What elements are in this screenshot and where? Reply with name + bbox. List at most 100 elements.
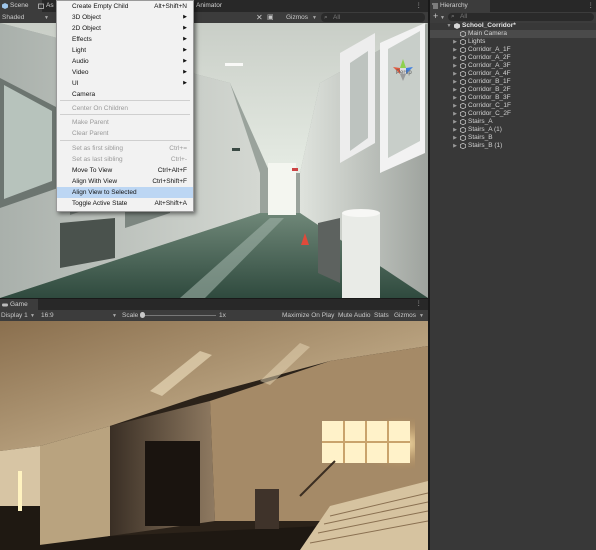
scale-slider-thumb[interactable] — [140, 312, 145, 318]
display-dropdown[interactable]: Display 1 — [1, 310, 28, 321]
menu-item-audio[interactable]: Audio ▶ — [57, 56, 193, 67]
gameobject-cube-icon — [460, 127, 466, 133]
menu-item-label: UI — [72, 80, 79, 87]
hierarchy-search-field[interactable]: ⌕ All — [448, 13, 594, 21]
menu-item-video[interactable]: Video ▶ — [57, 67, 193, 78]
aspect-dropdown[interactable]: 16:9 — [41, 310, 54, 321]
menu-item-move-to-view[interactable]: Move To View Ctrl+Alt+F — [57, 165, 193, 176]
expand-arrow-icon[interactable]: ▶ — [452, 62, 458, 70]
menu-item-create-empty-child[interactable]: Create Empty Child Alt+Shift+N — [57, 1, 193, 12]
menu-item-camera[interactable]: Camera — [57, 89, 193, 100]
menu-item-label: Set as first sibling — [72, 145, 123, 152]
scene-name: School_Corridor* — [462, 22, 516, 29]
menu-item-2d-object[interactable]: 2D Object ▶ — [57, 23, 193, 34]
game-render-stairwell — [0, 321, 428, 550]
game-viewport[interactable] — [0, 321, 428, 550]
gameobject-context-menu: Create Empty Child Alt+Shift+N 3D Object ▶ 2… — [56, 0, 194, 212]
expand-arrow-icon[interactable]: ▶ — [452, 78, 458, 86]
menu-item-label: Make Parent — [72, 119, 109, 126]
menu-item-3d-object[interactable]: 3D Object ▶ — [57, 12, 193, 23]
visibility-icon[interactable]: ▣ — [267, 12, 274, 23]
store-icon — [38, 3, 44, 9]
menu-separator — [60, 114, 190, 115]
expand-arrow-icon[interactable]: ▶ — [452, 46, 458, 54]
gameobject-cube-icon — [460, 95, 466, 101]
gamepad-icon — [2, 303, 8, 307]
expand-arrow-icon[interactable]: ▶ — [452, 70, 458, 78]
menu-item-toggle-active-state[interactable]: Toggle Active State Alt+Shift+A — [57, 198, 193, 209]
gameobject-cube-icon — [460, 39, 466, 45]
hierarchy-scene-row[interactable]: ▼ School_Corridor* — [430, 22, 596, 30]
add-dropdown-arrow-icon: ▼ — [440, 15, 445, 21]
gizmos-dropdown[interactable]: Gizmos — [286, 12, 308, 23]
hierarchy-item[interactable]: ▶ Corridor_A_4F — [430, 70, 596, 78]
gameobject-cube-icon — [460, 143, 466, 149]
game-window-grid — [322, 421, 410, 463]
menu-item-shortcut: Ctrl+Shift+F — [152, 178, 187, 185]
expand-arrow-icon[interactable]: ▶ — [452, 142, 458, 150]
hierarchy-item[interactable]: ▶ Stairs_B (1) — [430, 142, 596, 150]
unity-scene-icon — [454, 23, 460, 29]
hierarchy-item-label: Corridor_C_2F — [468, 110, 511, 117]
submenu-arrow-icon: ▶ — [183, 69, 187, 75]
menu-item-label: Align View to Selected — [72, 189, 137, 196]
expand-arrow-icon[interactable]: ▶ — [452, 110, 458, 118]
projection-label[interactable]: Persp — [396, 70, 412, 76]
expand-arrow-icon[interactable]: ▶ — [452, 134, 458, 142]
menu-item-label: 3D Object — [72, 14, 101, 21]
hierarchy-item-label: Stairs_B (1) — [468, 142, 503, 149]
expand-arrow-icon[interactable]: ▼ — [446, 22, 452, 30]
hierarchy-item-label: Lights — [468, 38, 486, 45]
game-gizmos-dropdown[interactable]: Gizmos — [394, 310, 416, 321]
tab-animator-label: Animator — [196, 2, 223, 9]
stats-toggle[interactable]: Stats — [374, 310, 389, 321]
tab-scene-label: Scene — [10, 2, 29, 9]
menu-item-light[interactable]: Light ▶ — [57, 45, 193, 56]
shading-mode-dropdown[interactable]: Shaded — [2, 12, 24, 23]
scene-panel-menu-icon[interactable]: ⋮ — [416, 1, 423, 9]
hierarchy-item[interactable]: ▶ Corridor_A_3F — [430, 62, 596, 70]
expand-arrow-icon[interactable]: ▶ — [452, 118, 458, 126]
menu-item-ui[interactable]: UI ▶ — [57, 78, 193, 89]
mute-audio-toggle[interactable]: Mute Audio — [338, 310, 371, 321]
hierarchy-item[interactable]: ▶ Stairs_A — [430, 118, 596, 126]
expand-arrow-icon[interactable]: ▶ — [452, 126, 458, 134]
tab-hierarchy[interactable]: Hierarchy — [430, 0, 490, 12]
menu-item-effects[interactable]: Effects ▶ — [57, 34, 193, 45]
hierarchy-item[interactable]: ▶ Corridor_A_2F — [430, 54, 596, 62]
hierarchy-menu-icon[interactable]: ⋮ — [588, 1, 595, 9]
menu-item-label: Center On Children — [72, 105, 128, 112]
hierarchy-item[interactable]: ▶ Corridor_A_1F — [430, 46, 596, 54]
hierarchy-item[interactable]: ▶ Corridor_B_1F — [430, 78, 596, 86]
tab-animator[interactable]: Animator — [186, 0, 240, 12]
tab-game-label: Game — [10, 301, 28, 308]
hierarchy-item[interactable]: ▶ Corridor_B_3F — [430, 94, 596, 102]
tab-game[interactable]: Game — [0, 299, 38, 310]
tools-icon[interactable]: ✕ — [256, 12, 263, 23]
menu-item-align-with-view[interactable]: Align With View Ctrl+Shift+F — [57, 176, 193, 187]
tab-asset-store-label: As — [46, 2, 54, 9]
gameobject-cube-icon — [460, 103, 466, 109]
game-panel-menu-icon[interactable]: ⋮ — [416, 299, 423, 307]
hierarchy-item[interactable]: ▶ Corridor_C_1F — [430, 102, 596, 110]
camera-gameobject-icon — [460, 31, 466, 37]
hierarchy-item[interactable]: ▶ Corridor_B_2F — [430, 86, 596, 94]
add-object-icon[interactable]: + — [433, 11, 438, 21]
expand-arrow-icon[interactable]: ▶ — [452, 86, 458, 94]
expand-arrow-icon[interactable]: ▶ — [452, 38, 458, 46]
expand-arrow-icon[interactable]: ▶ — [452, 102, 458, 110]
scene-icon — [2, 3, 8, 9]
hierarchy-item[interactable]: ▶ Lights — [430, 38, 596, 46]
expand-arrow-icon[interactable]: ▶ — [452, 94, 458, 102]
menu-item-clear-parent: Clear Parent — [57, 128, 193, 139]
scale-slider-track[interactable] — [142, 315, 216, 316]
hierarchy-item[interactable]: ▶ Stairs_A (1) — [430, 126, 596, 134]
scene-search-field[interactable]: ⌕ All — [321, 13, 425, 22]
expand-arrow-icon[interactable]: ▶ — [452, 54, 458, 62]
hierarchy-item[interactable]: ▶ Corridor_C_2F — [430, 110, 596, 118]
maximize-on-play-toggle[interactable]: Maximize On Play — [282, 310, 334, 321]
menu-item-center-on-children: Center On Children — [57, 103, 193, 114]
menu-item-align-view-to-selected[interactable]: Align View to Selected — [57, 187, 193, 198]
hierarchy-item[interactable]: Main Camera — [430, 30, 596, 38]
hierarchy-item[interactable]: ▶ Stairs_B — [430, 134, 596, 142]
